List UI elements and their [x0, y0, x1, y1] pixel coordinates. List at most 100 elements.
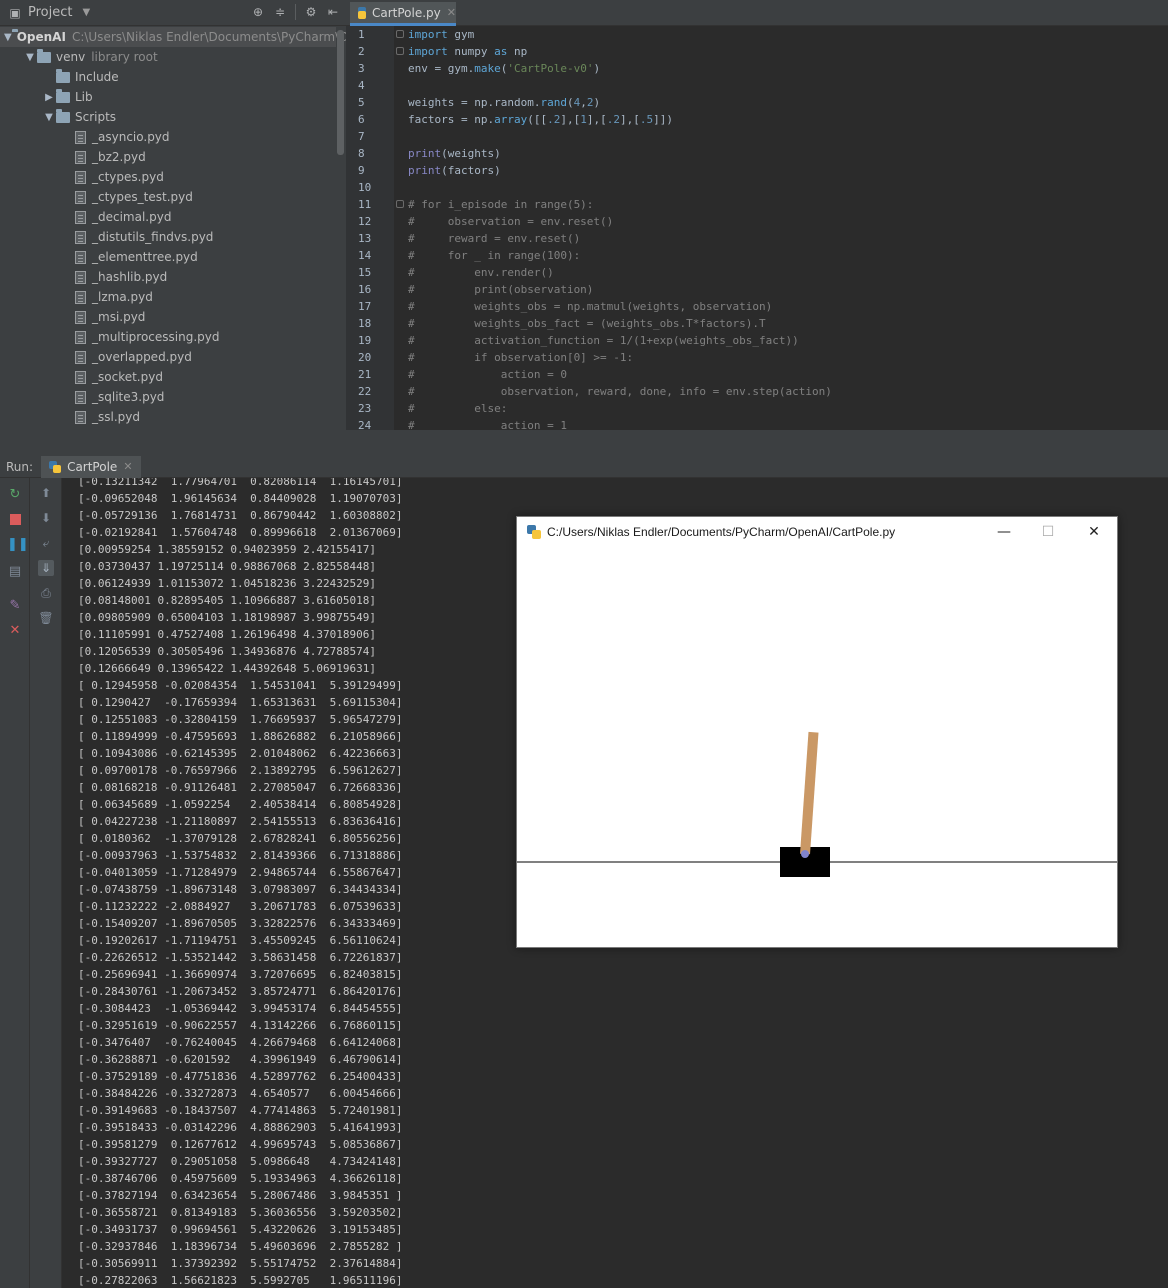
code-line[interactable]: # print(observation) [408, 281, 1168, 298]
code-line[interactable]: # observation = env.reset() [408, 213, 1168, 230]
fold-icon[interactable] [396, 47, 404, 55]
code-line[interactable]: # activation_function = 1/(1+exp(weights… [408, 332, 1168, 349]
tree-vertical-scrollbar[interactable] [337, 30, 344, 155]
file-icon [75, 230, 86, 244]
code-line[interactable]: factors = np.array([[.2],[1],[.2],[.5]]) [408, 111, 1168, 128]
dump-threads-icon[interactable]: ▤ [7, 564, 23, 580]
arrow-down-icon[interactable]: ⬇ [38, 510, 54, 526]
stop-icon[interactable] [7, 512, 23, 528]
print-icon[interactable]: ⎙ [38, 585, 54, 601]
code-editor[interactable]: 1 2 3 4 5 6 7 8 9 10 11 12 13 14 15 16 17 18 19 20 21 22 23 24 … [346, 26, 1168, 430]
tree-item[interactable]: ▶ Lib [0, 87, 336, 107]
minimize-button[interactable]: — [989, 521, 1019, 543]
separator [295, 4, 296, 20]
project-view-icon[interactable]: ▣ [8, 6, 22, 20]
code-line[interactable] [408, 77, 1168, 94]
tree-item[interactable]: _hashlib.pyd [0, 267, 336, 287]
code-line[interactable]: print(factors) [408, 162, 1168, 179]
code-line[interactable]: env = gym.make('CartPole-v0') [408, 60, 1168, 77]
maximize-button[interactable]: ☐ [1033, 521, 1063, 543]
tree-item[interactable]: _msi.pyd [0, 307, 336, 327]
tree-item[interactable]: ▼ venv library root [0, 47, 336, 67]
code-line[interactable]: # if observation[0] >= -1: [408, 349, 1168, 366]
trash-icon[interactable]: 🗑 [38, 610, 54, 626]
tree-item[interactable]: _multiprocessing.pyd [0, 327, 336, 347]
tree-item[interactable]: _bz2.pyd [0, 147, 336, 167]
pole [800, 731, 819, 855]
collapse-all-icon[interactable]: ≑ [273, 5, 287, 19]
close-icon[interactable]: ✕ [447, 6, 456, 19]
expand-right-icon[interactable]: ▶ [42, 92, 56, 103]
arrow-up-icon[interactable]: ⬆ [38, 485, 54, 501]
tree-item[interactable]: _overlapped.pyd [0, 347, 336, 367]
code-line[interactable] [408, 128, 1168, 145]
gym-render-window[interactable]: C:/Users/Niklas Endler/Documents/PyCharm… [516, 516, 1118, 948]
pin-tab-icon[interactable]: ✎ [7, 598, 23, 614]
line-number: 13 [358, 232, 372, 245]
tree-item[interactable]: ▼ OpenAI C:\Users\Niklas Endler\Documents\… [0, 27, 346, 47]
close-icon[interactable]: ✕ [123, 460, 132, 473]
console-line: [-0.30569911 1.37392392 5.55174752 2.376… [78, 1257, 403, 1270]
tree-item[interactable]: ▼ Scripts [0, 107, 336, 127]
code-line[interactable]: # for _ in range(100): [408, 247, 1168, 264]
code-line[interactable]: # action = 1 [408, 417, 1168, 430]
tree-item[interactable]: _elementtree.pyd [0, 247, 336, 267]
project-title[interactable]: Project [28, 5, 72, 20]
expand-down-icon[interactable]: ▼ [4, 32, 12, 43]
tree-item[interactable]: _ctypes.pyd [0, 167, 336, 187]
fold-icon[interactable] [396, 30, 404, 38]
code-line[interactable]: import gym [408, 26, 1168, 43]
tree-item-label: venv [56, 50, 86, 64]
locate-icon[interactable]: ⊕ [251, 5, 265, 19]
tree-item-label: Include [75, 70, 119, 84]
tree-item[interactable]: _ssl.pyd [0, 407, 336, 427]
expand-down-icon[interactable]: ▼ [23, 52, 37, 63]
line-number: 2 [358, 45, 365, 58]
code-line[interactable]: # env.render() [408, 264, 1168, 281]
code-line[interactable]: # for i_episode in range(5): [408, 196, 1168, 213]
scroll-to-end-icon[interactable]: ⇓ [38, 560, 54, 576]
line-number: 22 [358, 385, 372, 398]
code-line[interactable]: weights = np.random.rand(4,2) [408, 94, 1168, 111]
code-line[interactable]: # action = 0 [408, 366, 1168, 383]
hide-panel-icon[interactable]: ⇤ [326, 5, 340, 19]
close-button[interactable]: ✕ [1079, 521, 1109, 543]
code-line[interactable]: # weights_obs = np.matmul(weights, obser… [408, 298, 1168, 315]
tree-item[interactable]: _socket.pyd [0, 367, 336, 387]
window-title: C:/Users/Niklas Endler/Documents/PyCharm… [547, 525, 896, 539]
chevron-down-icon[interactable]: ▼ [82, 7, 90, 18]
code-line[interactable]: print(weights) [408, 145, 1168, 162]
tree-item-label: _sqlite3.pyd [92, 390, 165, 404]
tab-cartpole-py[interactable]: CartPole.py ✕ [350, 2, 456, 26]
code-line[interactable]: # else: [408, 400, 1168, 417]
tree-item[interactable]: _sqlite3.pyd [0, 387, 336, 407]
tree-item-label: OpenAI [16, 30, 66, 44]
fold-icon[interactable] [396, 200, 404, 208]
window-titlebar[interactable]: C:/Users/Niklas Endler/Documents/PyCharm… [517, 517, 1117, 547]
run-tab-label: CartPole [67, 459, 118, 474]
expand-down-icon[interactable]: ▼ [42, 112, 56, 123]
tree-item[interactable]: _distutils_findvs.pyd [0, 227, 336, 247]
code-line[interactable]: # observation, reward, done, info = env.… [408, 383, 1168, 400]
tree-item[interactable]: Include [0, 67, 336, 87]
code-line[interactable]: import numpy as np [408, 43, 1168, 60]
rerun-icon[interactable]: ↻ [7, 487, 23, 503]
code-line[interactable]: # reward = env.reset() [408, 230, 1168, 247]
code-line[interactable]: # weights_obs_fact = (weights_obs.T*fact… [408, 315, 1168, 332]
console-toolbar: ⬆ ⬇ ⤶ ⇓ ⎙ 🗑 [30, 478, 62, 1288]
gear-icon[interactable]: ⚙ [304, 5, 318, 19]
code-lines[interactable]: import gym import numpy as np env = gym.ma… [408, 26, 1168, 430]
tree-item[interactable]: _asyncio.pyd [0, 127, 336, 147]
run-tab-cartpole[interactable]: CartPole ✕ [41, 455, 141, 478]
tree-item[interactable]: _ctypes_test.pyd [0, 187, 336, 207]
tree-item[interactable]: _decimal.pyd [0, 207, 336, 227]
line-number: 11 [358, 198, 372, 211]
code-line[interactable] [408, 179, 1168, 196]
pause-icon[interactable]: ❚❚ [7, 537, 29, 553]
tree-item[interactable]: _lzma.pyd [0, 287, 336, 307]
console-line: [ 0.0180362 -1.37079128 2.67828241 6.805… [78, 832, 403, 845]
console-line: [ 0.06345689 -1.0592254 2.40538414 6.808… [78, 798, 403, 811]
soft-wrap-icon[interactable]: ⤶ [38, 535, 54, 551]
console-line: [ 0.1290427 -0.17659394 1.65313631 5.691… [78, 696, 403, 709]
close-run-icon[interactable]: ✕ [7, 623, 23, 639]
